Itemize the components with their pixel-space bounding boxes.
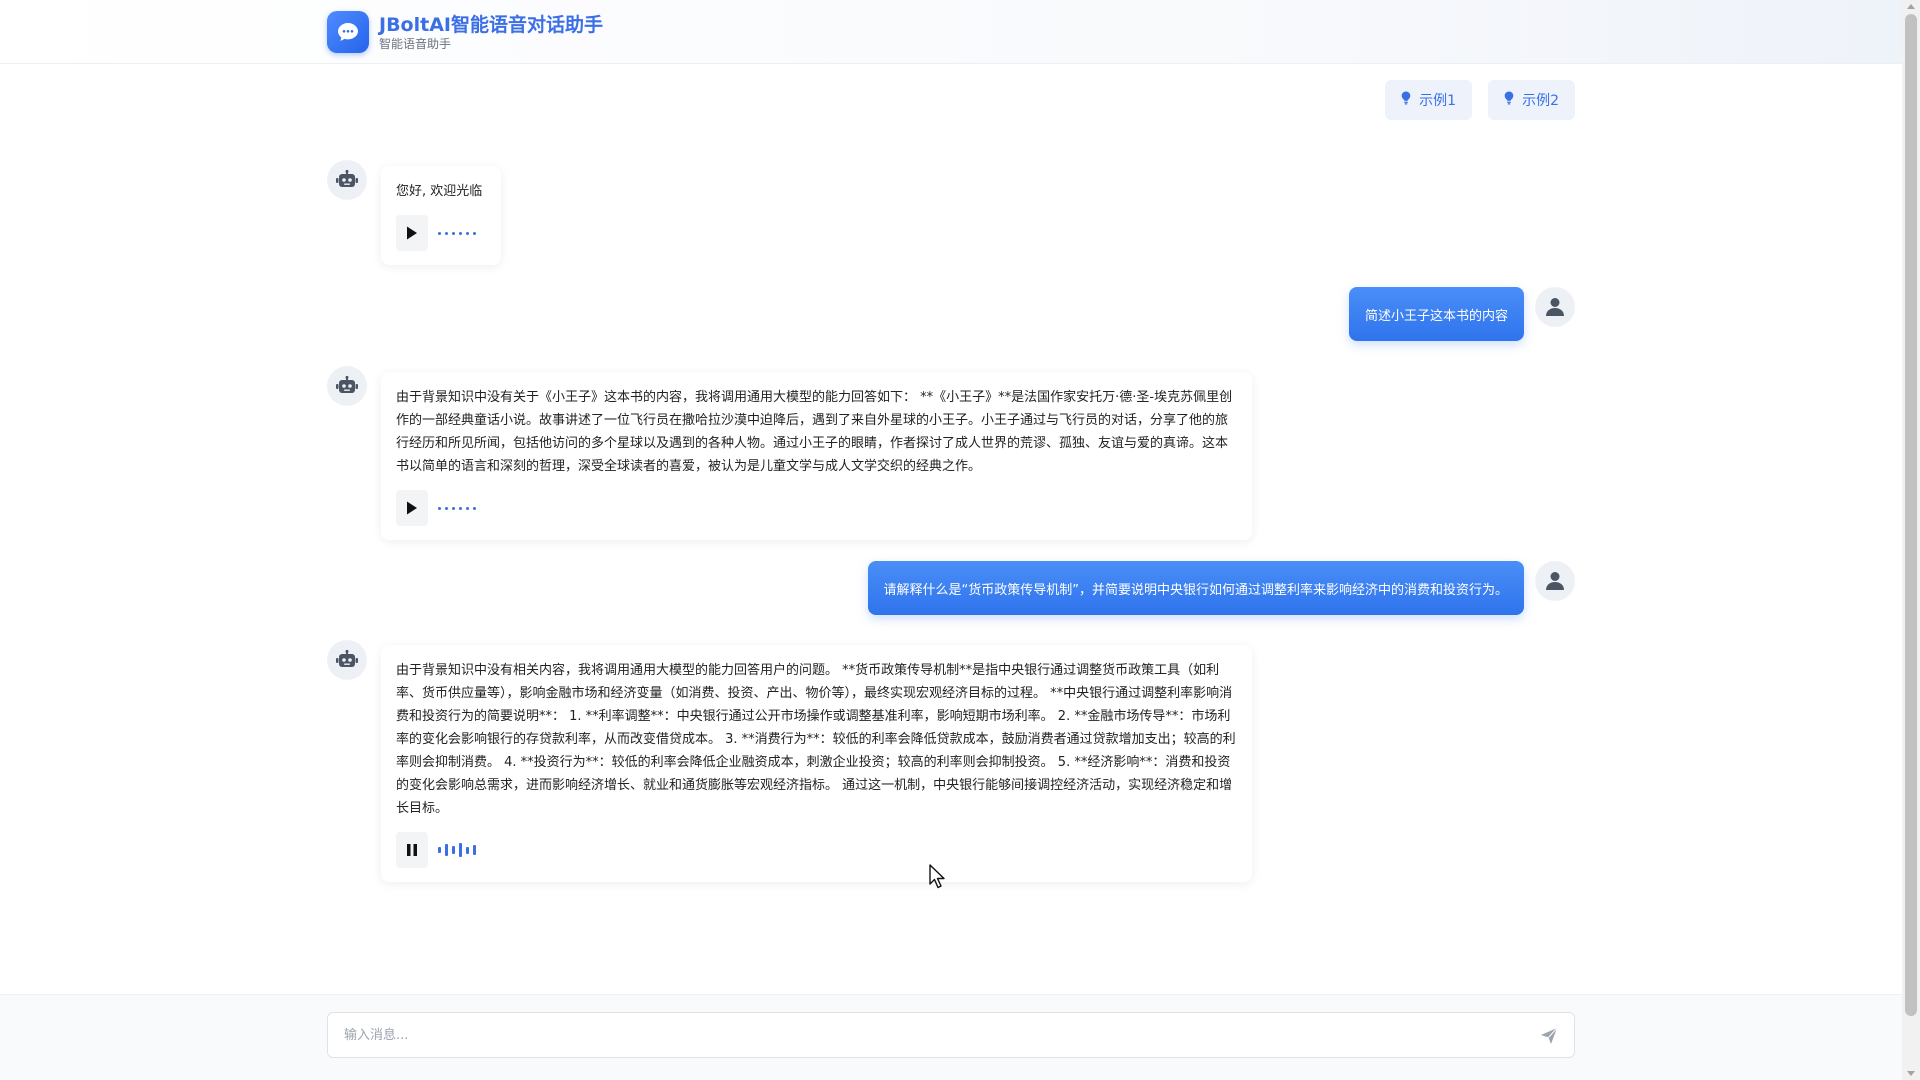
- audio-player: [396, 215, 486, 251]
- user-avatar-icon: [1535, 287, 1575, 327]
- example-1-label: 示例1: [1419, 93, 1457, 109]
- scroll-up-icon[interactable]: [1907, 4, 1915, 9]
- send-icon: [1541, 1027, 1558, 1044]
- app-title: JBoltAI智能语音对话助手: [379, 14, 603, 36]
- audio-player: [396, 832, 1237, 868]
- play-button[interactable]: [396, 490, 428, 526]
- example-2-button[interactable]: 示例2: [1488, 80, 1575, 120]
- play-icon: [407, 226, 417, 240]
- chat-bubble-icon: [327, 11, 369, 53]
- bot-avatar-icon: [327, 640, 367, 680]
- mouse-cursor-icon: [929, 864, 947, 894]
- message-text: 您好, 欢迎光临: [396, 184, 483, 199]
- message-text: 由于背景知识中没有相关内容，我将调用通用大模型的能力回答用户的问题。 **货币政…: [396, 663, 1236, 816]
- audio-wave-playing: [438, 843, 476, 857]
- audio-wave-idle: [438, 506, 476, 510]
- lightbulb-icon: [1504, 91, 1514, 109]
- play-icon: [407, 501, 417, 515]
- page-scrollbar[interactable]: [1902, 0, 1920, 1080]
- pause-button[interactable]: [396, 832, 428, 868]
- brand: JBoltAI智能语音对话助手 智能语音助手: [327, 11, 603, 53]
- assistant-message: 由于背景知识中没有相关内容，我将调用通用大模型的能力回答用户的问题。 **货币政…: [381, 645, 1252, 882]
- message-text: 简述小王子这本书的内容: [1364, 308, 1508, 324]
- user-message: 简述小王子这本书的内容: [1348, 287, 1524, 341]
- pause-icon: [407, 844, 417, 856]
- example-1-button[interactable]: 示例1: [1385, 80, 1473, 120]
- message-text: 请解释什么是“货币政策传导机制”，并简要说明中央银行如何通过调整利率来影响经济中…: [883, 582, 1508, 598]
- message-input[interactable]: [344, 1013, 1524, 1057]
- user-message: 请解释什么是“货币政策传导机制”，并简要说明中央银行如何通过调整利率来影响经济中…: [867, 561, 1524, 615]
- example-buttons: 示例1 示例2: [1385, 80, 1575, 120]
- message-text: 由于背景知识中没有关于《小王子》这本书的内容，我将调用通用大模型的能力回答如下：…: [396, 390, 1233, 474]
- message-input-box: [327, 1012, 1575, 1058]
- app-header: JBoltAI智能语音对话助手 智能语音助手: [0, 0, 1902, 64]
- audio-wave-idle: [438, 231, 476, 235]
- audio-player: [396, 490, 1237, 526]
- lightbulb-icon: [1401, 91, 1411, 109]
- app-subtitle: 智能语音助手: [379, 37, 452, 51]
- scroll-down-icon[interactable]: [1907, 1071, 1915, 1076]
- play-button[interactable]: [396, 215, 428, 251]
- assistant-message: 您好, 欢迎光临: [381, 166, 501, 265]
- example-2-label: 示例2: [1522, 93, 1559, 109]
- bot-avatar-icon: [327, 160, 367, 200]
- bot-avatar-icon: [327, 366, 367, 406]
- user-avatar-icon: [1535, 561, 1575, 601]
- scroll-thumb[interactable]: [1905, 14, 1917, 1016]
- assistant-message: 由于背景知识中没有关于《小王子》这本书的内容，我将调用通用大模型的能力回答如下：…: [381, 372, 1252, 540]
- send-button[interactable]: [1538, 1025, 1560, 1047]
